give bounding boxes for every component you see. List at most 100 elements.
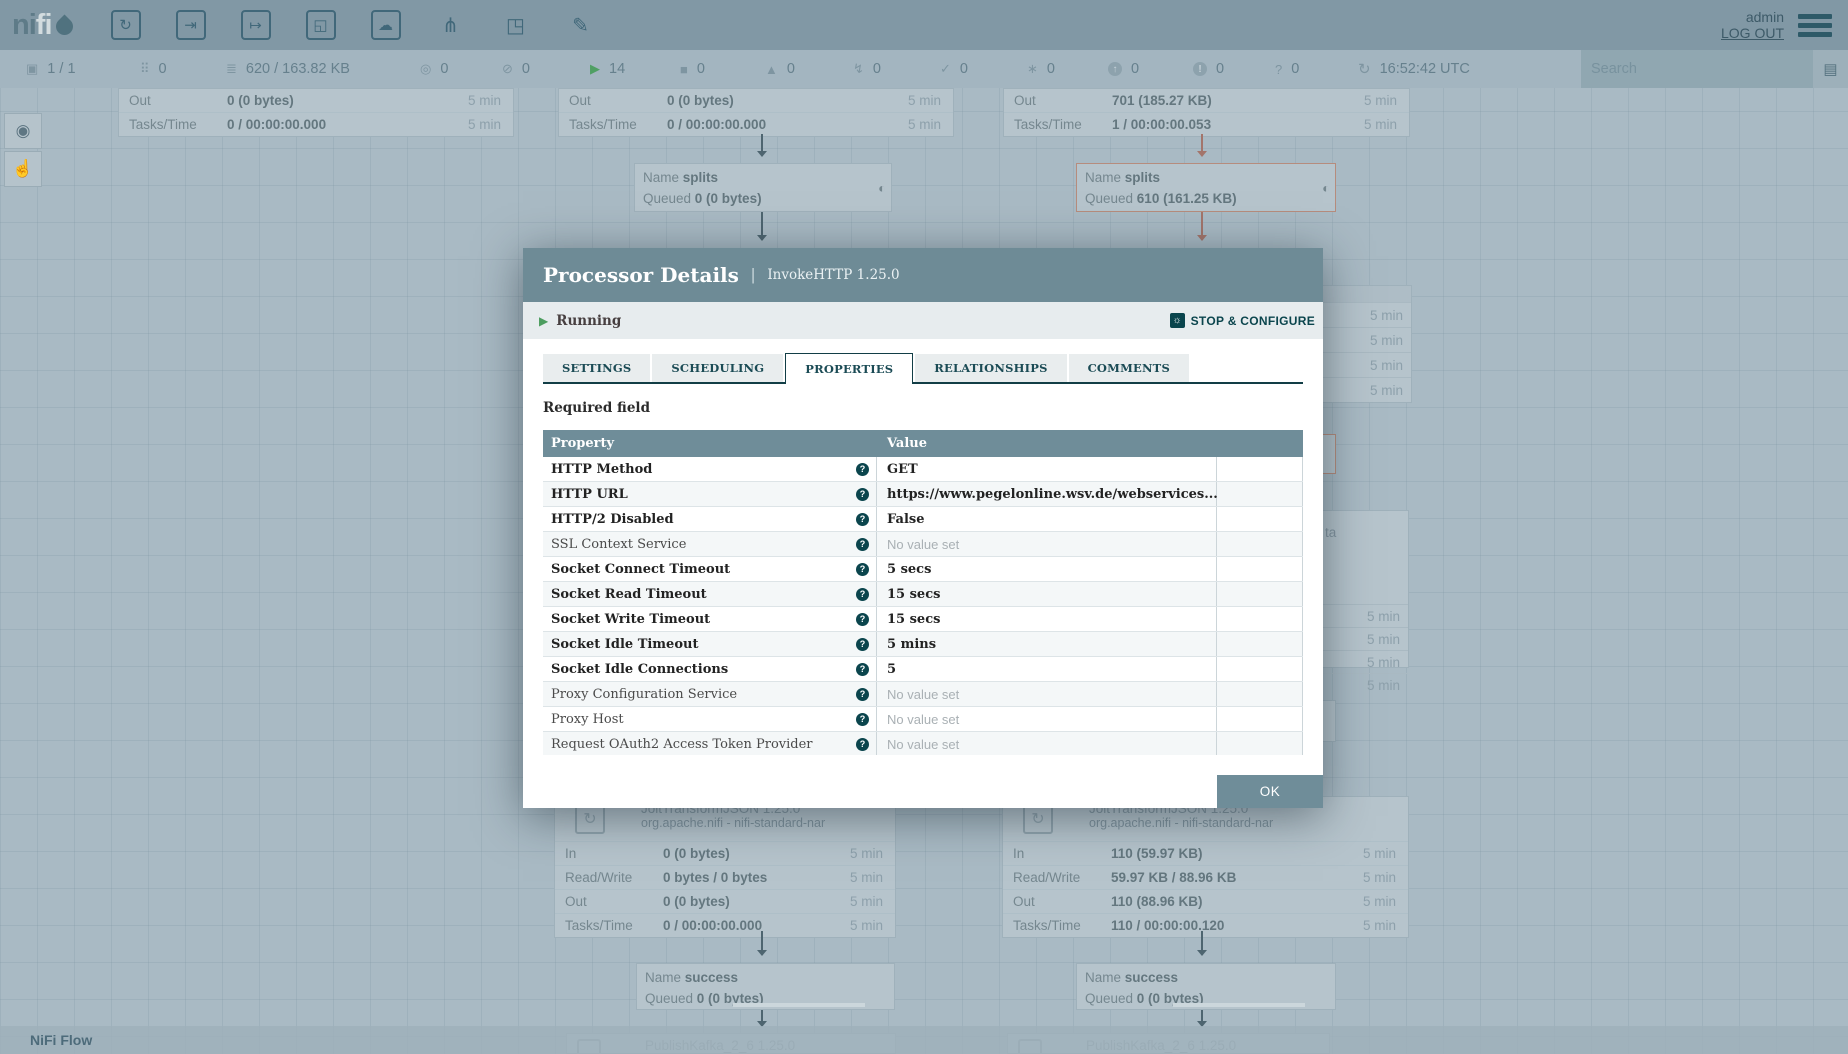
- processor-stats-fragment[interactable]: Out0 (0 bytes)5 minTasks/Time0 / 00:00:0…: [558, 88, 954, 137]
- stats-row: Out0 (0 bytes)5 min: [559, 89, 953, 112]
- help-icon[interactable]: ?: [856, 463, 869, 476]
- processor-icon: ↻: [575, 804, 605, 834]
- sync-failure-count: 0: [1291, 61, 1299, 77]
- stats-row: In0 (0 bytes)5 min: [555, 841, 895, 865]
- property-value: No value set: [887, 737, 959, 752]
- stat-label: Tasks/Time: [555, 918, 663, 933]
- nifi-drop-icon: [52, 14, 76, 38]
- help-icon[interactable]: ?: [856, 563, 869, 576]
- input-port-icon[interactable]: ⇥: [176, 10, 206, 40]
- stat-label: Tasks/Time: [1004, 117, 1112, 132]
- help-icon[interactable]: ?: [856, 688, 869, 701]
- property-aux-cell: [1217, 482, 1303, 506]
- help-icon[interactable]: ?: [856, 538, 869, 551]
- connection-arrow: [761, 1010, 763, 1026]
- last-refresh-time: 16:52:42 UTC: [1380, 61, 1470, 77]
- stat-label: Out: [119, 93, 227, 108]
- stat-value: 110 (88.96 KB): [1111, 894, 1363, 909]
- active-threads-status: ⠿0: [140, 50, 167, 88]
- processor-type-version: InvokeHTTP 1.25.0: [767, 267, 899, 283]
- table-header-row: Property Value: [543, 430, 1303, 457]
- refresh-control[interactable]: ↻ 16:52:42 UTC: [1358, 50, 1470, 88]
- processor-icon: ↻: [1023, 804, 1053, 834]
- bulletin-board-icon[interactable]: ▤: [1813, 50, 1848, 88]
- property-row: Socket Read Timeout?15 secs: [543, 582, 1303, 607]
- help-icon[interactable]: ?: [856, 663, 869, 676]
- disabled-status: ↯0: [853, 50, 881, 88]
- property-value: 5: [887, 662, 896, 677]
- process-group-icon[interactable]: ◱: [306, 10, 336, 40]
- connection-name-row: Name splits: [1085, 167, 1327, 188]
- tab-relationships[interactable]: RELATIONSHIPS: [915, 354, 1066, 382]
- property-name: Socket Idle Timeout: [543, 637, 698, 652]
- property-row: Socket Idle Timeout? 5 mins: [543, 632, 1303, 657]
- invalid-count: 0: [787, 61, 795, 77]
- connection-label[interactable]: Name splitsQueued 0 (0 bytes)◐: [634, 163, 892, 212]
- property-value: 5 mins: [887, 637, 936, 652]
- navigate-icon[interactable]: ◉: [4, 113, 42, 149]
- remote-process-group-icon[interactable]: ☁: [371, 10, 401, 40]
- breadcrumb[interactable]: NiFi Flow: [30, 1032, 92, 1048]
- connection-arrow: [1201, 1010, 1203, 1026]
- property-name: Socket Write Timeout: [543, 612, 710, 627]
- processor-jolttransformjson[interactable]: ↻JoltTransformJSON 1.25.0org.apache.nifi…: [554, 796, 896, 938]
- connection-label[interactable]: Name successQueued 0 (0 bytes): [1076, 963, 1336, 1010]
- stat-value: 1 / 00:00:00.053: [1112, 117, 1364, 132]
- status-bar: ↻ 16:52:42 UTC ▤ ▣1 / 1⠿0≣620 / 163.82 K…: [0, 50, 1848, 88]
- template-icon[interactable]: ◳: [501, 10, 531, 40]
- connection-name-row: Name success: [645, 967, 886, 988]
- properties-table: Property Value HTTP Method?GETHTTP URL?h…: [543, 430, 1303, 755]
- disabled-count: 0: [873, 61, 881, 77]
- processor-jolttransformjson[interactable]: ↻JoltTransformJSON 1.25.0org.apache.nifi…: [1002, 796, 1409, 938]
- processor-icon[interactable]: ↻: [111, 10, 141, 40]
- processor-stats-fragment[interactable]: Out701 (185.27 KB)5 minTasks/Time1 / 00:…: [1003, 88, 1410, 137]
- funnel-icon[interactable]: ⋔: [436, 10, 466, 40]
- tab-settings[interactable]: SETTINGS: [543, 354, 650, 382]
- up-to-date-count: 0: [960, 61, 968, 77]
- stat-label: Read/Write: [1003, 870, 1111, 885]
- stop-and-configure-button[interactable]: ☼ STOP & CONFIGURE: [1170, 313, 1315, 328]
- disabled-icon: ↯: [853, 61, 864, 77]
- help-icon[interactable]: ?: [856, 638, 869, 651]
- connection-queued-row: Queued 610 (161.25 KB): [1085, 188, 1327, 209]
- stats-row: Tasks/Time0 / 00:00:00.0005 min: [119, 112, 513, 136]
- search-input[interactable]: [1581, 50, 1813, 88]
- tab-comments[interactable]: COMMENTS: [1069, 354, 1189, 382]
- stat-window: 5 min: [850, 870, 895, 885]
- connection-label[interactable]: Name splitsQueued 610 (161.25 KB)◐: [1076, 163, 1336, 212]
- tab-properties[interactable]: PROPERTIES: [785, 353, 913, 384]
- connection-label[interactable]: Name successQueued 0 (0 bytes): [636, 963, 895, 1010]
- stats-row: In110 (59.97 KB)5 min: [1003, 841, 1408, 865]
- help-icon[interactable]: ?: [856, 713, 869, 726]
- property-row: HTTP Method?GET: [543, 457, 1303, 482]
- search-box: [1581, 50, 1813, 88]
- help-icon[interactable]: ?: [856, 488, 869, 501]
- help-icon[interactable]: ?: [856, 513, 869, 526]
- help-icon[interactable]: ?: [856, 738, 869, 751]
- locally-modified-stale-status: !0: [1193, 50, 1224, 88]
- property-row: Proxy Configuration Service?No value set: [543, 682, 1303, 707]
- stat-window: 5 min: [850, 918, 895, 933]
- help-icon[interactable]: ?: [856, 613, 869, 626]
- stats-row: Tasks/Time110 / 00:00:00.1205 min: [1003, 913, 1408, 937]
- stats-row: Read/Write0 bytes / 0 bytes5 min: [555, 865, 895, 889]
- label-icon[interactable]: ✎: [566, 10, 596, 40]
- property-name: Socket Connect Timeout: [543, 562, 730, 577]
- help-icon[interactable]: ?: [856, 588, 869, 601]
- dialog-tabs: SETTINGSSCHEDULINGPROPERTIESRELATIONSHIP…: [543, 353, 1303, 384]
- ok-button[interactable]: OK: [1217, 775, 1323, 808]
- refresh-icon[interactable]: ↻: [1358, 60, 1371, 78]
- property-row: HTTP/2 Disabled?False: [543, 507, 1303, 532]
- processor-stats-fragment[interactable]: Out0 (0 bytes)5 minTasks/Time0 / 00:00:0…: [118, 88, 514, 137]
- tab-scheduling[interactable]: SCHEDULING: [652, 354, 783, 382]
- locally-modified-status: ∗0: [1027, 50, 1055, 88]
- operate-icon[interactable]: ☝: [4, 151, 42, 187]
- stale-icon: ↑: [1108, 62, 1122, 76]
- run-status-label: Running: [556, 313, 621, 329]
- output-port-icon[interactable]: ↦: [241, 10, 271, 40]
- stat-window: 5 min: [1363, 870, 1408, 885]
- user-area: admin LOG OUT: [1721, 9, 1784, 41]
- logout-link[interactable]: LOG OUT: [1721, 25, 1784, 41]
- global-menu-button[interactable]: [1798, 14, 1832, 37]
- cluster-nodes-count: 1 / 1: [47, 61, 75, 77]
